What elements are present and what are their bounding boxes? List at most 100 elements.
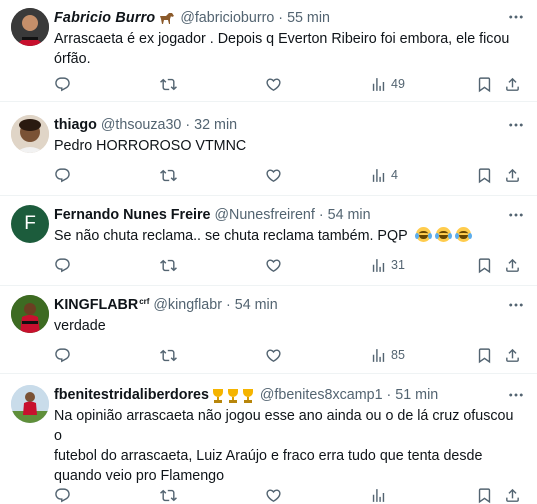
retweet-icon: [160, 257, 177, 274]
timestamp[interactable]: 51 min: [395, 385, 438, 405]
heart-icon: [265, 257, 282, 274]
retweet-button[interactable]: [160, 345, 177, 365]
tweet-text: Se não chuta reclama.. se chuta reclama …: [54, 226, 525, 246]
tweet-item[interactable]: fbenitestridaliberdores @fbenites8xcamp1…: [0, 374, 537, 504]
action-bar: 49: [54, 74, 525, 94]
bookmark-button[interactable]: [476, 255, 493, 275]
timestamp[interactable]: 54 min: [328, 205, 371, 225]
author-name[interactable]: fbenitestridaliberdores: [54, 385, 209, 405]
views-icon: [370, 167, 387, 184]
tweet-text-line: Arrascaeta é ex jogador . Depois q Evert…: [54, 31, 510, 47]
reply-button[interactable]: [54, 255, 71, 275]
author-name[interactable]: thiago: [54, 115, 97, 135]
tweet-item[interactable]: F Fernando Nunes Freire @Nunesfreirenf ·…: [0, 196, 537, 286]
action-bar: [54, 485, 525, 504]
action-bar: 85: [54, 345, 525, 365]
views-icon: [370, 76, 387, 93]
reply-button[interactable]: [54, 74, 71, 94]
author-handle[interactable]: @Nunesfreirenf: [215, 205, 315, 225]
views-button[interactable]: [370, 485, 387, 504]
views-button[interactable]: 49: [370, 74, 405, 94]
avatar[interactable]: [11, 8, 49, 46]
reply-button[interactable]: [54, 165, 71, 185]
like-button[interactable]: [265, 165, 282, 185]
timestamp[interactable]: 55 min: [287, 8, 330, 28]
tweet-text-line: Se não chuta reclama.. se chuta reclama …: [54, 228, 408, 244]
action-bar: 4: [54, 165, 525, 185]
avatar[interactable]: [11, 385, 49, 423]
timestamp[interactable]: 54 min: [235, 295, 278, 315]
tweet-item[interactable]: KINGFLABR crf @kingflabr · 54 min verdade…: [0, 286, 537, 374]
author-handle[interactable]: @fbenites8xcamp1: [260, 385, 383, 405]
retweet-button[interactable]: [160, 74, 177, 94]
tweet-text: verdade: [54, 316, 525, 336]
heart-icon: [265, 487, 282, 504]
author-name[interactable]: KINGFLABR: [54, 295, 138, 315]
author-name-suffix: crf: [139, 297, 150, 306]
timestamp[interactable]: 32 min: [194, 115, 237, 135]
share-button[interactable]: [504, 255, 521, 275]
author-name[interactable]: Fernando Nunes Freire: [54, 205, 211, 225]
author-name[interactable]: Fabricio Burro: [54, 8, 155, 28]
views-button[interactable]: 31: [370, 255, 405, 275]
share-button[interactable]: [504, 345, 521, 365]
heart-icon: [265, 167, 282, 184]
views-count: 85: [391, 348, 405, 362]
share-button[interactable]: [504, 165, 521, 185]
author-handle[interactable]: @fabricioburro: [180, 8, 274, 28]
reply-icon: [54, 257, 71, 274]
reply-icon: [54, 347, 71, 364]
heart-icon: [265, 347, 282, 364]
tweet-text-line: Pedro HORROROSO VTMNC: [54, 138, 247, 154]
reply-button[interactable]: [54, 345, 71, 365]
bookmark-button[interactable]: [476, 345, 493, 365]
like-button[interactable]: [265, 255, 282, 275]
like-button[interactable]: [265, 485, 282, 504]
separator-dot: ·: [225, 297, 231, 313]
share-icon: [504, 257, 521, 274]
tweet-text: Pedro HORROROSO VTMNC: [54, 136, 525, 156]
share-icon: [504, 76, 521, 93]
trophy-icon: [241, 388, 255, 403]
retweet-button[interactable]: [160, 165, 177, 185]
share-button[interactable]: [504, 74, 521, 94]
bookmark-button[interactable]: [476, 165, 493, 185]
more-icon[interactable]: [507, 296, 525, 314]
reply-button[interactable]: [54, 485, 71, 504]
avatar[interactable]: [11, 295, 49, 333]
bookmark-button[interactable]: [476, 485, 493, 504]
bookmark-button[interactable]: [476, 74, 493, 94]
more-icon[interactable]: [507, 8, 525, 26]
avatar[interactable]: [11, 115, 49, 153]
retweet-button[interactable]: [160, 255, 177, 275]
views-button[interactable]: 4: [370, 165, 398, 185]
more-icon[interactable]: [507, 116, 525, 134]
tweet-text-line: Na opinião arrascaeta não jogou esse ano…: [54, 408, 514, 444]
author-handle[interactable]: @thsouza30: [101, 115, 182, 135]
like-button[interactable]: [265, 345, 282, 365]
share-icon: [504, 487, 521, 504]
more-icon[interactable]: [507, 386, 525, 404]
views-count: 31: [391, 258, 405, 272]
avatar-letter: F: [24, 213, 36, 234]
avatar[interactable]: F: [11, 205, 49, 243]
like-button[interactable]: [265, 74, 282, 94]
horse-icon: [158, 11, 176, 25]
more-icon[interactable]: [507, 206, 525, 224]
retweet-button[interactable]: [160, 485, 177, 504]
retweet-icon: [160, 347, 177, 364]
share-icon: [504, 167, 521, 184]
share-button[interactable]: [504, 485, 521, 504]
bookmark-icon: [476, 257, 493, 274]
bookmark-icon: [476, 487, 493, 504]
tweet-item[interactable]: Fabricio Burro @fabricioburro · 55 min A…: [0, 0, 537, 102]
bookmark-icon: [476, 167, 493, 184]
tweet-item[interactable]: thiago @thsouza30 · 32 min Pedro HORRORO…: [0, 102, 537, 196]
tweet-text-line: futebol do arrascaeta, Luiz Araújo e fra…: [54, 448, 483, 464]
trophy-icon: [211, 388, 225, 403]
views-button[interactable]: 85: [370, 345, 405, 365]
author-handle[interactable]: @kingflabr: [153, 295, 222, 315]
reply-icon: [54, 167, 71, 184]
reply-feed: Fabricio Burro @fabricioburro · 55 min A…: [0, 0, 537, 504]
separator-dot: ·: [185, 117, 191, 133]
